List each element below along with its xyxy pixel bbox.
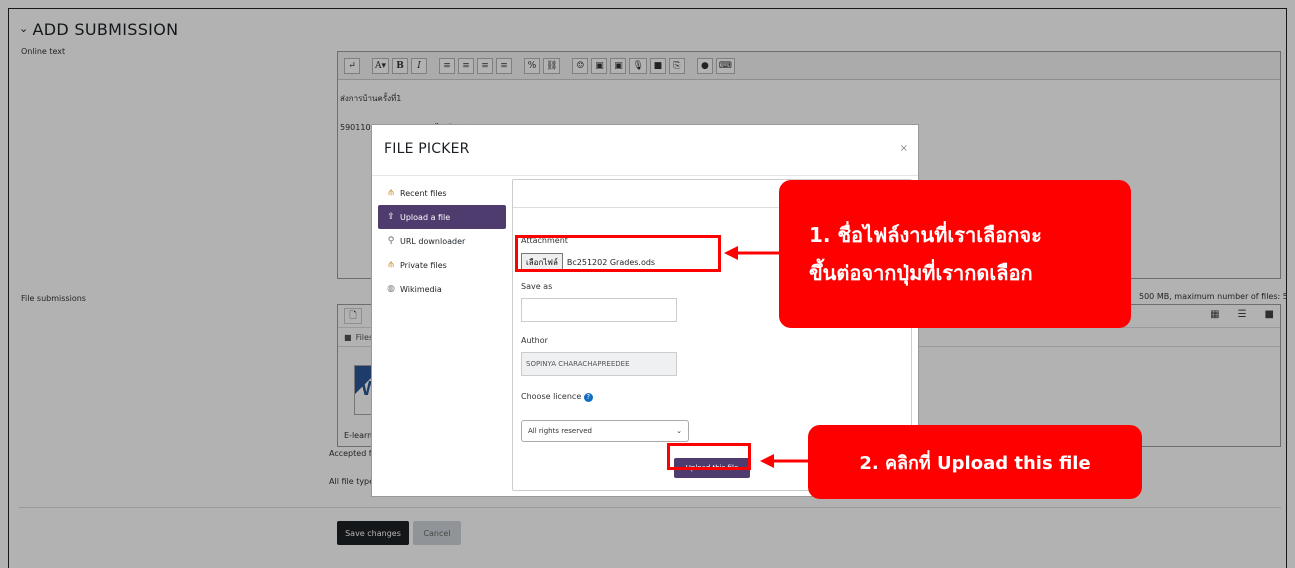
callout-2: 2. คลิกที่ Upload this file [808,425,1142,499]
chevron-down-icon: ⌄ [676,427,682,435]
close-icon[interactable]: × [900,143,908,154]
licence-selected-value: All rights reserved [528,427,592,435]
save-as-input[interactable] [521,298,677,322]
callout-1: 1. ชื่อไฟล์งานที่เราเลือกจะ ขึ้นต่อจากปุ… [779,180,1131,328]
licence-label-text: Choose licence [521,392,582,401]
repo-url-downloader[interactable]: ⚲ URL downloader [378,229,506,253]
url-icon: ⚲ [387,236,395,246]
help-icon[interactable]: ? [583,393,593,402]
wikimedia-icon: ◍ [387,284,395,294]
arrow-left-icon [760,454,808,468]
folder-tree-icon: ⫛ [388,260,394,270]
callout-1-line-1: 1. ชื่อไฟล์งานที่เราเลือกจะ [809,223,1042,247]
folder-tree-icon: ⫛ [388,188,394,198]
repository-list: ⫛ Recent files ⇪ Upload a file ⚲ URL dow… [378,181,506,301]
highlight-file-input [515,235,721,272]
repo-private-files[interactable]: ⫛ Private files [378,253,506,277]
repo-label: URL downloader [400,236,466,246]
modal-title: FILE PICKER [384,141,470,157]
licence-label: Choose licence ? [521,392,593,402]
highlight-upload-button [667,443,751,470]
repo-label: Upload a file [400,212,451,222]
repo-label: Private files [400,260,447,270]
repo-label: Wikimedia [400,284,442,294]
callout-1-line-2: ขึ้นต่อจากปุ่มที่เรากดเลือก [809,261,1033,285]
repo-recent-files[interactable]: ⫛ Recent files [378,181,506,205]
repo-label: Recent files [400,188,447,198]
author-input[interactable]: SOPINYA CHARACHAPREEDEE [521,352,677,376]
repo-upload-file[interactable]: ⇪ Upload a file [378,205,506,229]
licence-select[interactable]: All rights reserved ⌄ [521,420,689,442]
arrow-left-icon [724,246,780,260]
save-as-label: Save as [521,282,553,291]
repo-wikimedia[interactable]: ◍ Wikimedia [378,277,506,301]
author-label: Author [521,336,548,345]
upload-icon: ⇪ [387,212,395,222]
